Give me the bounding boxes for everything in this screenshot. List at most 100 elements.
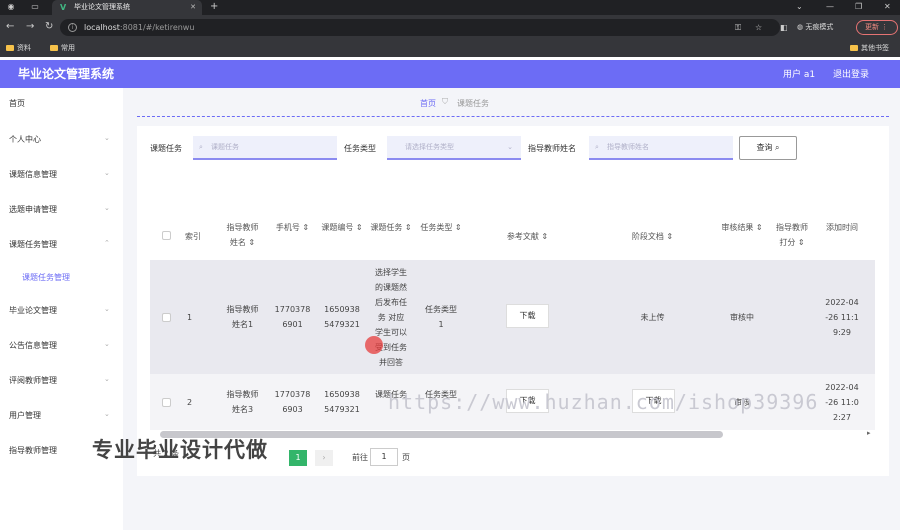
col-task[interactable]: 课题任务 ⇕ (367, 220, 415, 235)
chevron-down-icon: ⌄ (104, 375, 110, 383)
type-select-label: 任务类型 (344, 144, 376, 153)
url-path: :8081/#/ketirenwu (119, 23, 195, 32)
sidebar-item-notice[interactable]: 公告信息管理 (9, 340, 57, 351)
row-teacher: 指导教师 姓名1 (215, 302, 270, 332)
tab-title: 毕业论文管理系统 (74, 3, 130, 11)
app-title: 毕业论文管理系统 (18, 67, 115, 81)
bookmark-folder-1[interactable]: 资料 (6, 40, 31, 57)
update-button[interactable]: 更新 ⋮ (856, 20, 898, 35)
row-task-line: 的课题然 (375, 283, 407, 292)
sidepanel-icon[interactable]: ◧ (780, 19, 788, 36)
browser-menu-icon[interactable]: ◉ (6, 2, 16, 12)
reload-icon[interactable]: ↻ (45, 20, 53, 34)
teacher-search-input[interactable]: ⌕ 指导教师姓名 (589, 136, 733, 160)
goto-page-input[interactable]: 1 (370, 448, 398, 466)
sidebar-item-user[interactable]: 用户管理 (9, 410, 41, 421)
watermark-url: https://www.huzhan.com/ishop39396 (388, 390, 819, 414)
chevron-down-icon: ⌄ (104, 305, 110, 313)
sidebar-subitem-task[interactable]: 课题任务管理 (22, 272, 70, 283)
select-all-checkbox[interactable] (162, 231, 171, 240)
page-button-current[interactable]: 1 (289, 450, 307, 466)
sidebar-item-thesis[interactable]: 毕业论文管理 (9, 305, 57, 316)
row-teacher-line1: 指导教师 (226, 390, 259, 399)
back-icon[interactable]: ← (6, 20, 14, 34)
browser-tab-bar: ◉ ▭ V 毕业论文管理系统 ✕ + ⌄ — ❐ ✕ (0, 0, 900, 15)
browser-tab[interactable]: V 毕业论文管理系统 ✕ (52, 0, 202, 15)
new-tab-icon[interactable]: + (210, 0, 218, 14)
url-input[interactable]: i localhost:8081/#/ketirenwu (60, 19, 780, 36)
col-score[interactable]: 指导教师 打分 ⇕ (768, 220, 816, 250)
forward-icon[interactable]: → (26, 20, 34, 34)
row-added-line1: 2022-04 (825, 383, 859, 392)
col-added[interactable]: 添加时间 (818, 220, 866, 235)
row-index: 1 (187, 313, 193, 322)
close-window-icon[interactable]: ✕ (884, 0, 891, 14)
row-type-line2: 1 (438, 320, 444, 329)
col-refs[interactable]: 参考文献 ⇕ (470, 229, 585, 244)
row-added-line3: 2:27 (833, 413, 851, 422)
minimize-icon[interactable]: — (826, 0, 834, 14)
task-search-input[interactable]: ⌕ 课题任务 (193, 136, 337, 160)
col-topic-no[interactable]: 课题编号 ⇕ (317, 220, 367, 235)
breadcrumb-current: 课题任务 (457, 99, 489, 108)
site-info-icon[interactable]: i (68, 23, 77, 32)
logout-button[interactable]: 退出登录 (833, 67, 869, 80)
row-topic-no-line1: 1650938 (324, 390, 360, 399)
star-icon[interactable]: ☆ (755, 19, 762, 36)
row-topic-no: 1650938 5479321 (317, 302, 367, 332)
query-button[interactable]: 查询 ⌕ (739, 136, 797, 160)
breadcrumb-home[interactable]: 首页 (420, 98, 436, 109)
sidebar-item-task[interactable]: 课题任务管理 (9, 239, 57, 250)
teacher-search-label: 指导教师姓名 (528, 144, 576, 153)
chevron-down-icon: ⌄ (104, 169, 110, 177)
query-label: 查询 (756, 143, 773, 152)
row-added-line1: 2022-04 (825, 298, 859, 307)
col-teacher-line1: 指导教师 (226, 223, 259, 232)
chevron-down-icon: ⌄ (104, 134, 110, 142)
col-type[interactable]: 任务类型 ⇕ (417, 220, 465, 235)
chevron-down-icon: ⌄ (104, 410, 110, 418)
task-search-placeholder: 课题任务 (211, 143, 239, 151)
key-icon[interactable]: ⚿ (735, 19, 741, 36)
col-teacher[interactable]: 指导教师 姓名 ⇕ (215, 220, 270, 250)
maximize-icon[interactable]: ❐ (855, 0, 862, 14)
sidebar-item-selection[interactable]: 选题申请管理 (9, 204, 57, 215)
row-checkbox[interactable] (162, 398, 171, 407)
row-added: 2022-04 -26 11:1 9:29 (818, 295, 866, 340)
row-task: 选择学生 的课题然 后发布任 务 对应 学生可以 受到任务 并回答 (367, 265, 415, 370)
row-checkbox[interactable] (162, 313, 171, 322)
window-icon[interactable]: ▭ (30, 2, 40, 12)
row-topic-no-line2: 5479321 (324, 320, 360, 329)
sidebar-item-profile[interactable]: 个人中心 (9, 134, 41, 145)
sidebar-item-advisor[interactable]: 指导教师管理 (9, 445, 57, 456)
sidebar-item-reviewer[interactable]: 评阅教师管理 (9, 375, 57, 386)
tab-close-icon[interactable]: ✕ (190, 0, 196, 15)
tab-search-icon[interactable]: ⌄ (796, 0, 803, 14)
vue-logo-icon: V (60, 3, 67, 12)
sidebar-item-home[interactable]: 首页 (9, 98, 25, 109)
other-bookmarks[interactable]: 其他书签 (850, 40, 889, 57)
col-docs[interactable]: 阶段文档 ⇕ (590, 229, 715, 244)
col-review[interactable]: 审核结果 ⇕ (718, 220, 766, 235)
row-type-line1: 任务类型 (425, 305, 457, 314)
next-page-button[interactable]: › (315, 450, 333, 466)
bookmark-folder-2[interactable]: 常用 (50, 40, 75, 57)
row-task-line: 并回答 (379, 358, 403, 367)
chevron-down-icon: ⌄ (104, 340, 110, 348)
row-type: 任务类型 1 (417, 302, 465, 332)
row-review: 审核中 (730, 313, 754, 322)
refs-download-button[interactable]: 下载 (506, 304, 549, 328)
row-topic-no-line1: 1650938 (324, 305, 360, 314)
row-phone-line2: 6901 (282, 320, 303, 329)
bookmarks-bar: 资料 常用 其他书签 (0, 40, 900, 57)
bookmark-label: 资料 (17, 44, 31, 52)
incognito-indicator[interactable]: ◍ 无痕模式 (797, 19, 833, 36)
folder-icon (50, 45, 58, 51)
sidebar-item-topic-info[interactable]: 课题信息管理 (9, 169, 57, 180)
type-select[interactable]: 请选择任务类型 ⌄ (387, 136, 521, 160)
chevron-up-icon: ⌃ (104, 239, 110, 247)
scroll-right-icon[interactable]: ▸ (867, 429, 871, 437)
incognito-label: 无痕模式 (805, 23, 834, 31)
col-phone[interactable]: 手机号 ⇕ (270, 220, 315, 235)
teacher-search-placeholder: 指导教师姓名 (607, 143, 649, 151)
